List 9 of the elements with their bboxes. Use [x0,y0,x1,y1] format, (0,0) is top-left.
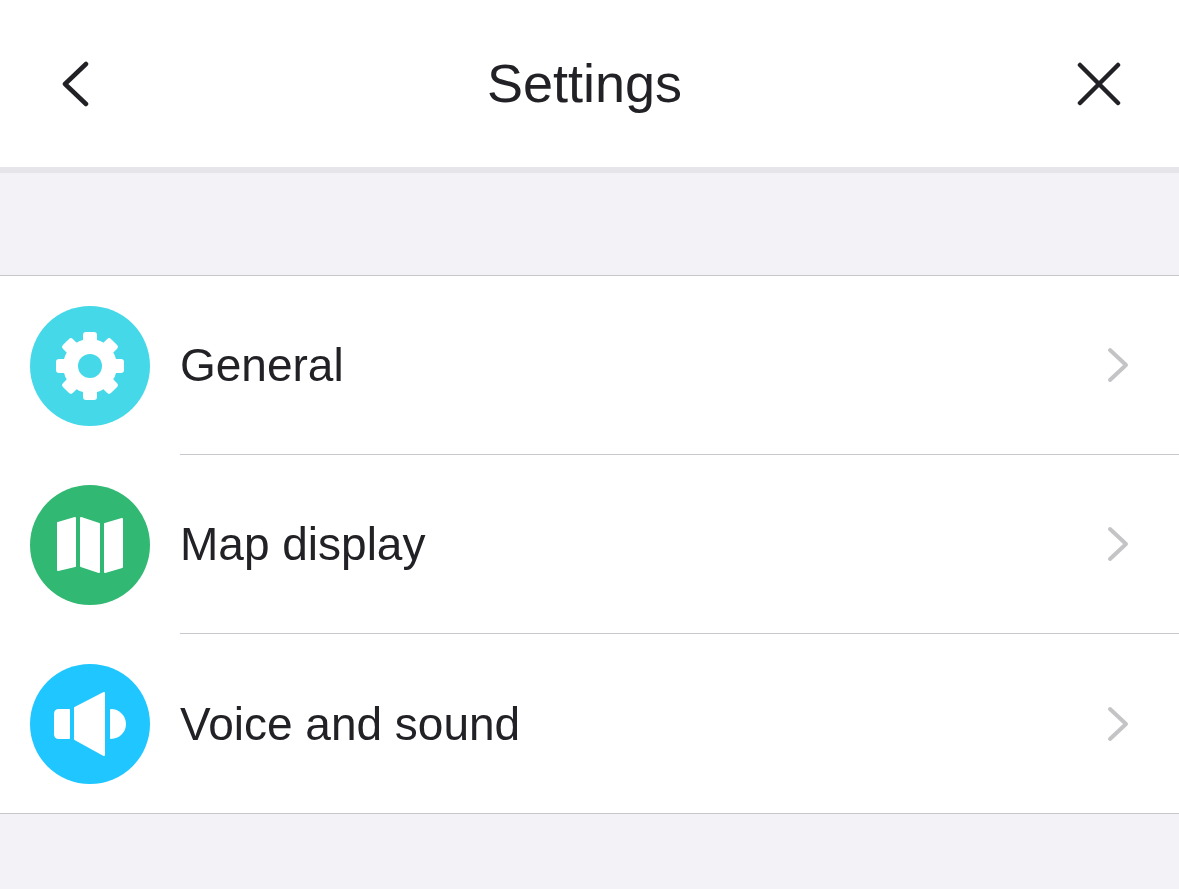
close-icon [1077,61,1121,106]
chevron-right-icon [1107,705,1129,742]
settings-item[interactable]: General [0,276,1179,455]
chevron-right-icon [1107,526,1129,562]
settings-item[interactable]: Map display [0,455,1179,634]
settings-item[interactable]: Voice and sound [0,634,1179,813]
back-icon [60,60,90,107]
page-title: Settings [486,55,683,112]
chevron-right-icon [1107,347,1129,383]
